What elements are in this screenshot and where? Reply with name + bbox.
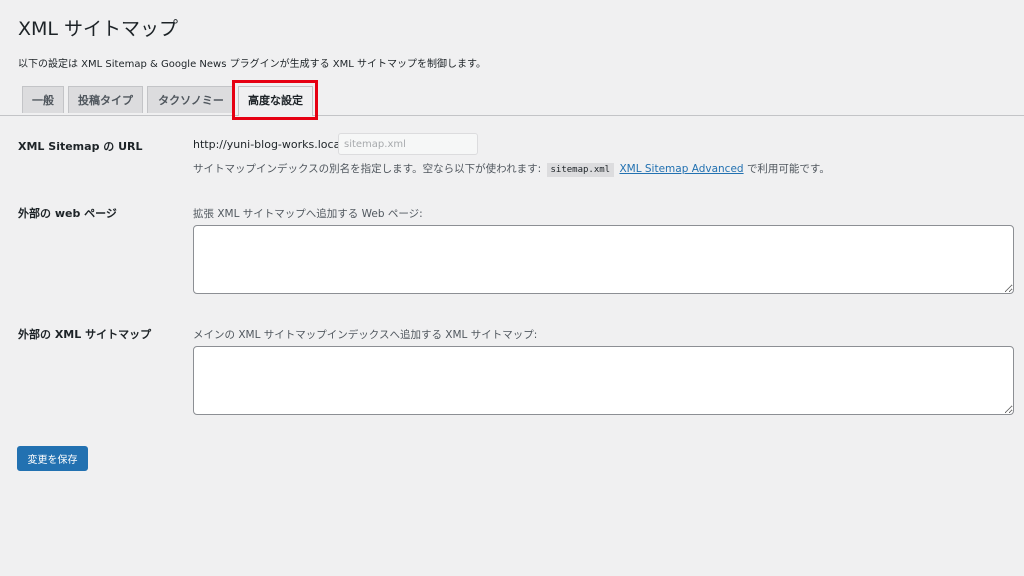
external-sitemap-label: 外部の XML サイトマップ xyxy=(18,328,152,341)
save-button[interactable]: 変更を保存 xyxy=(17,446,88,471)
page-title: XML サイトマップ xyxy=(18,18,179,40)
hint-suffix: で利用可能です。 xyxy=(746,163,830,175)
tab-general[interactable]: 一般 xyxy=(22,86,64,113)
settings-tabs: 一般 投稿タイプ タクソノミー 高度な設定 xyxy=(0,86,1024,116)
sitemap-url-input[interactable] xyxy=(338,133,478,155)
hint-text: サイトマップインデックスの別名を指定します。空なら以下が使われます: xyxy=(193,163,542,175)
external-web-label: 外部の web ページ xyxy=(18,207,117,220)
tab-advanced[interactable]: 高度な設定 xyxy=(238,86,313,116)
xml-sitemap-advanced-link[interactable]: XML Sitemap Advanced xyxy=(619,163,743,175)
external-sitemap-textarea[interactable] xyxy=(193,346,1014,415)
external-sitemap-field-label: メインの XML サイトマップインデックスへ追加する XML サイトマップ: xyxy=(193,329,538,341)
sitemap-url-prefix: http://yuni-blog-works.local/ xyxy=(193,138,348,151)
sitemap-url-label: XML Sitemap の URL xyxy=(18,140,143,153)
hint-code: sitemap.xml xyxy=(546,163,615,177)
external-web-textarea[interactable] xyxy=(193,225,1014,294)
tab-taxonomies[interactable]: タクソノミー xyxy=(147,86,235,113)
sitemap-url-hint: サイトマップインデックスの別名を指定します。空なら以下が使われます: sitem… xyxy=(193,161,830,177)
tab-post-types[interactable]: 投稿タイプ xyxy=(68,86,143,113)
page-description: 以下の設定は XML Sitemap & Google News プラグインが生… xyxy=(18,59,487,70)
external-web-field-label: 拡張 XML サイトマップへ追加する Web ページ: xyxy=(193,208,423,220)
